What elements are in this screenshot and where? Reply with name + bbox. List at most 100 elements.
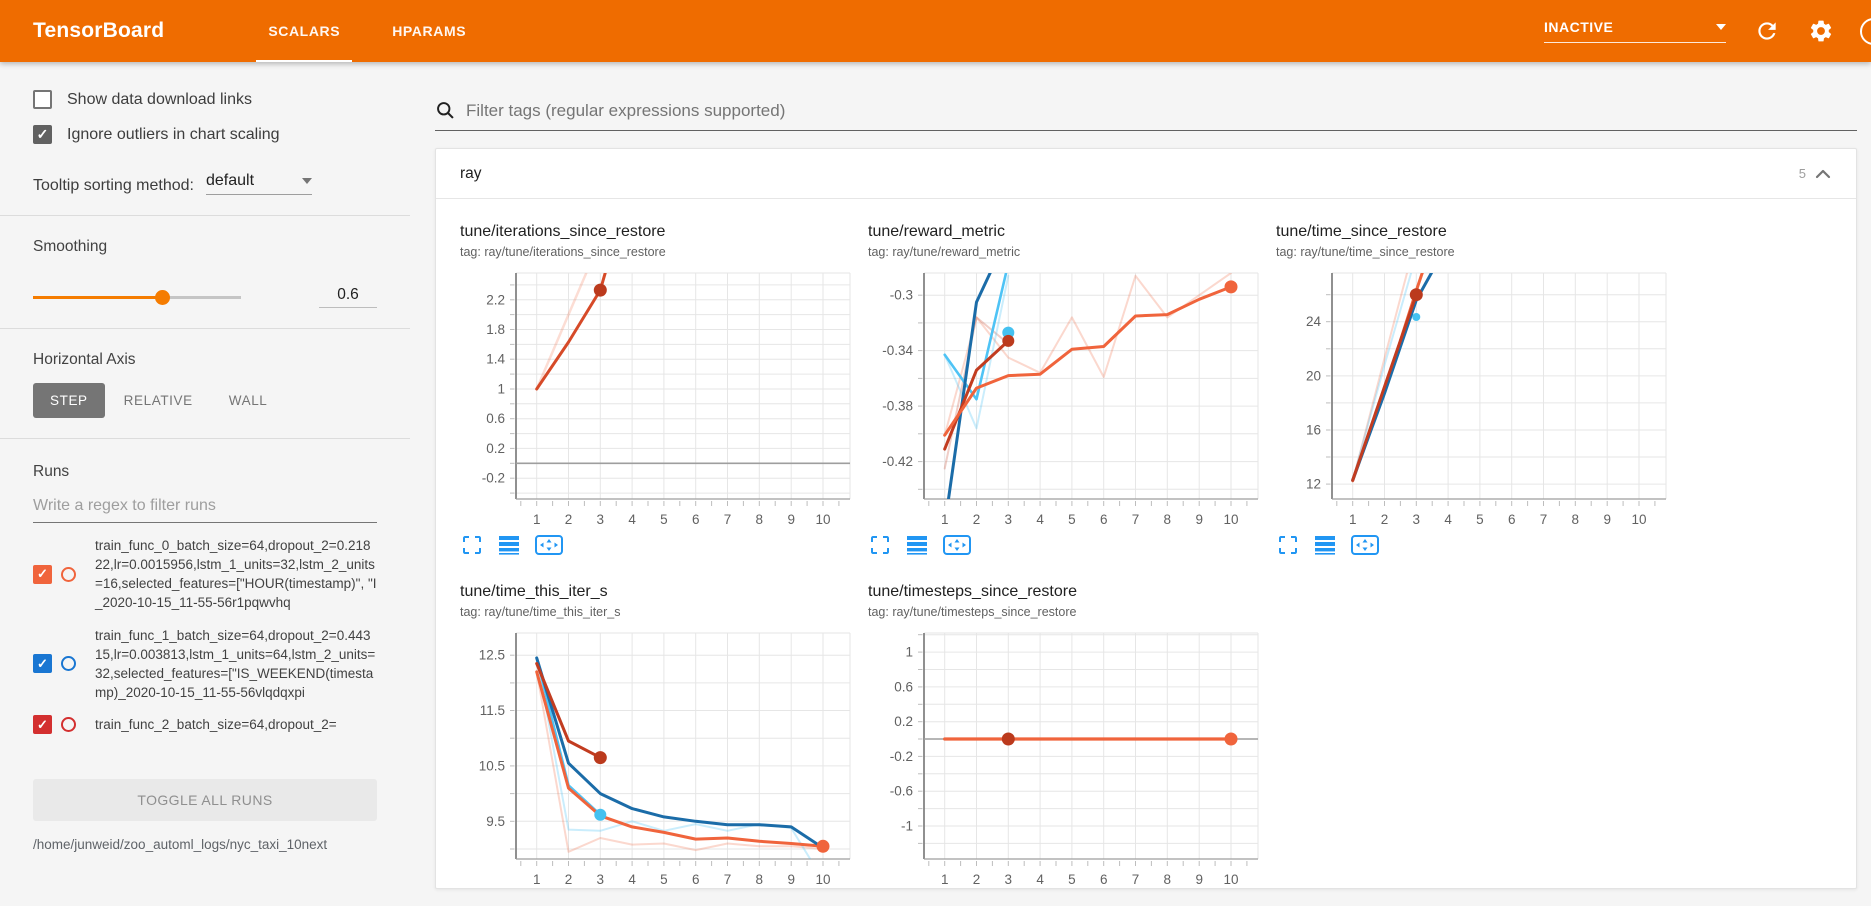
search-icon — [435, 100, 456, 121]
svg-text:3: 3 — [1005, 512, 1013, 527]
tag-group-card: ray 5 tune/iterations_since_restore tag:… — [435, 148, 1857, 889]
chart-tile: tune/time_this_iter_s tag: ray/tune/time… — [460, 583, 868, 889]
svg-text:24: 24 — [1306, 314, 1322, 329]
run-name: train_func_1_batch_size=64,dropout_2=0.4… — [95, 626, 377, 703]
svg-text:10: 10 — [815, 512, 830, 527]
fit-domain-icon[interactable] — [942, 533, 972, 557]
chart-plot: -0.42-0.38-0.34-0.312345678910 — [868, 267, 1264, 531]
tooltip-sorting-dropdown[interactable]: default — [206, 172, 312, 195]
show-download-links-label: Show data download links — [67, 91, 252, 109]
run-checkbox[interactable]: ✓ — [33, 654, 52, 673]
svg-text:1: 1 — [497, 382, 505, 397]
run-checkbox[interactable]: ✓ — [33, 715, 52, 734]
svg-text:5: 5 — [1068, 512, 1076, 527]
svg-text:4: 4 — [628, 512, 636, 527]
chart-plot: 9.510.511.512.512345678910 — [460, 627, 856, 889]
svg-text:8: 8 — [756, 512, 764, 527]
axis-step-button[interactable]: STEP — [33, 383, 105, 418]
svg-text:1.4: 1.4 — [486, 352, 505, 367]
svg-text:3: 3 — [1413, 512, 1421, 527]
chart-tag: tag: ray/tune/time_since_restore — [1276, 245, 1684, 259]
status-dropdown[interactable]: INACTIVE — [1544, 19, 1726, 43]
run-radio[interactable] — [61, 656, 76, 671]
svg-text:0.6: 0.6 — [894, 679, 913, 694]
chart-tile: tune/time_since_restore tag: ray/tune/ti… — [1276, 223, 1684, 557]
run-controls: ✓ — [33, 654, 95, 673]
smoothing-value[interactable]: 0.6 — [319, 286, 377, 308]
runs-list: ✓ train_func_0_batch_size=64,dropout_2=0… — [33, 523, 377, 769]
svg-text:6: 6 — [1100, 512, 1108, 527]
refresh-icon[interactable] — [1754, 18, 1780, 44]
svg-text:1: 1 — [941, 512, 949, 527]
svg-text:20: 20 — [1306, 368, 1321, 383]
run-selector-icon[interactable] — [905, 533, 929, 557]
run-checkbox[interactable]: ✓ — [33, 565, 52, 584]
svg-text:0.2: 0.2 — [894, 714, 913, 729]
svg-text:10: 10 — [1631, 512, 1646, 527]
ignore-outliers-row[interactable]: ✓ Ignore outliers in chart scaling — [33, 125, 377, 144]
tag-group-header[interactable]: ray 5 — [436, 149, 1856, 199]
chart-tile: tune/iterations_since_restore tag: ray/t… — [460, 223, 868, 557]
chart-tag: tag: ray/tune/time_this_iter_s — [460, 605, 868, 619]
fit-domain-icon[interactable] — [1350, 533, 1380, 557]
run-name: train_func_0_batch_size=64,dropout_2=0.2… — [95, 536, 377, 613]
slider-thumb[interactable] — [155, 290, 170, 305]
fit-domain-icon[interactable] — [534, 533, 564, 557]
svg-text:7: 7 — [724, 512, 732, 527]
ignore-outliers-checkbox[interactable]: ✓ — [33, 125, 52, 144]
gear-icon[interactable] — [1808, 18, 1834, 44]
ignore-outliers-label: Ignore outliers in chart scaling — [67, 126, 280, 144]
tab-hparams[interactable]: HPARAMS — [366, 0, 492, 62]
svg-text:7: 7 — [724, 872, 732, 887]
svg-text:-0.6: -0.6 — [890, 784, 913, 799]
tag-group-title: ray — [460, 165, 482, 183]
svg-text:9: 9 — [1603, 512, 1611, 527]
tag-filter-row — [435, 100, 1857, 131]
chevron-up-icon[interactable] — [1814, 167, 1832, 181]
run-radio[interactable] — [61, 567, 76, 582]
divider — [0, 438, 410, 439]
svg-text:9: 9 — [1195, 872, 1203, 887]
tag-filter-input[interactable] — [466, 101, 1857, 121]
fullscreen-icon[interactable] — [460, 533, 484, 557]
tab-scalars[interactable]: SCALARS — [242, 0, 366, 62]
runs-filter-input[interactable] — [33, 497, 377, 515]
svg-text:11.5: 11.5 — [480, 703, 505, 718]
axis-relative-button[interactable]: RELATIVE — [107, 383, 210, 418]
svg-text:4: 4 — [628, 872, 636, 887]
show-download-links-checkbox[interactable] — [33, 90, 52, 109]
toggle-all-runs-button[interactable]: TOGGLE ALL RUNS — [33, 779, 377, 821]
tooltip-sorting-value: default — [206, 172, 254, 190]
run-controls: ✓ — [33, 715, 95, 734]
svg-text:5: 5 — [1068, 872, 1076, 887]
svg-text:2.2: 2.2 — [486, 292, 505, 307]
charts-grid: tune/iterations_since_restore tag: ray/t… — [436, 199, 1856, 889]
svg-text:1: 1 — [533, 512, 541, 527]
svg-text:-0.2: -0.2 — [890, 749, 913, 764]
chart-tile: tune/timesteps_since_restore tag: ray/tu… — [868, 583, 1276, 889]
smoothing-slider[interactable] — [33, 290, 241, 304]
runs-label: Runs — [33, 463, 377, 481]
axis-wall-button[interactable]: WALL — [212, 383, 285, 418]
run-selector-icon[interactable] — [1313, 533, 1337, 557]
help-icon[interactable] — [1860, 18, 1871, 45]
chevron-down-icon — [302, 178, 312, 184]
svg-text:-0.42: -0.42 — [882, 454, 913, 469]
run-selector-icon[interactable] — [497, 533, 521, 557]
svg-text:8: 8 — [1572, 512, 1580, 527]
fullscreen-icon[interactable] — [868, 533, 892, 557]
run-radio[interactable] — [61, 717, 76, 732]
svg-text:12: 12 — [1306, 477, 1321, 492]
svg-text:2: 2 — [565, 512, 573, 527]
chart-plot: -1-0.6-0.20.20.6112345678910 — [868, 627, 1264, 889]
show-download-links-row[interactable]: Show data download links — [33, 90, 377, 109]
run-list-item: ✓ train_func_1_batch_size=64,dropout_2=0… — [33, 626, 377, 703]
run-controls: ✓ — [33, 565, 95, 584]
svg-text:6: 6 — [692, 512, 700, 527]
header-tabs: SCALARS HPARAMS — [242, 0, 492, 62]
fullscreen-icon[interactable] — [1276, 533, 1300, 557]
chart-actions — [1276, 533, 1684, 557]
main-area: ray 5 tune/iterations_since_restore tag:… — [410, 62, 1871, 906]
svg-text:-1: -1 — [901, 819, 913, 834]
slider-fill — [33, 296, 162, 299]
